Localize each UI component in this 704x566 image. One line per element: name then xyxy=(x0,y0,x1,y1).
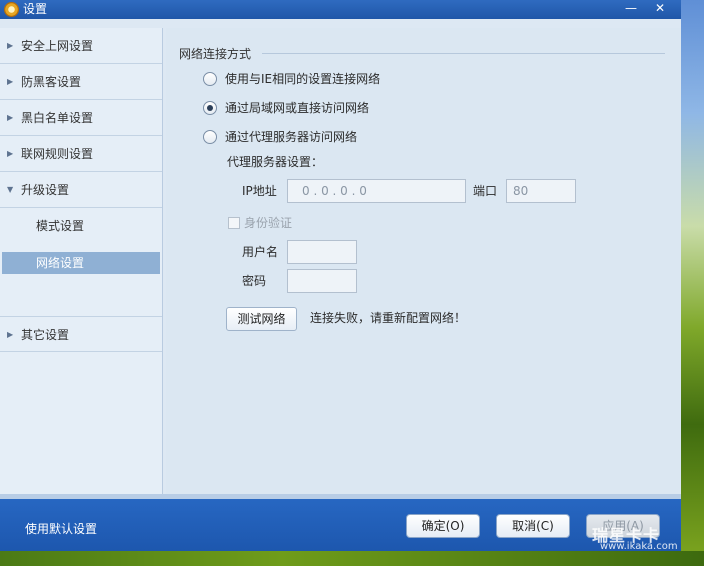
watermark-url: www.ikaka.com xyxy=(600,541,678,552)
sidebar-item-black-white-list[interactable]: ▶ 黑白名单设置 xyxy=(0,100,162,136)
test-network-button[interactable]: 测试网络 xyxy=(226,307,297,331)
chevron-right-icon: ▶ xyxy=(7,113,14,122)
sidebar-item-label: 其它设置 xyxy=(21,328,70,342)
chevron-right-icon: ▶ xyxy=(7,330,14,339)
ip-label: IP地址 xyxy=(242,184,277,198)
title-bar: 设置 — ✕ xyxy=(0,0,681,19)
sidebar-item-label: 安全上网设置 xyxy=(21,39,94,53)
sidebar-item-label: 升级设置 xyxy=(21,183,70,197)
group-title: 网络连接方式 xyxy=(179,47,252,61)
minimize-button[interactable]: — xyxy=(619,0,643,19)
port-field[interactable]: 80 xyxy=(506,179,576,203)
radio-lan-direct[interactable] xyxy=(203,101,217,115)
sidebar-item-label: 防黑客设置 xyxy=(21,75,82,89)
option-label: 通过局域网或直接访问网络 xyxy=(225,101,370,115)
sidebar-item-network-rules[interactable]: ▶ 联网规则设置 xyxy=(0,136,162,172)
chevron-right-icon: ▶ xyxy=(7,149,14,158)
close-button[interactable]: ✕ xyxy=(648,0,672,19)
group-divider xyxy=(262,53,665,54)
sidebar-item-label: 联网规则设置 xyxy=(21,147,94,161)
option-label: 通过代理服务器访问网络 xyxy=(225,130,358,144)
sidebar-item-label: 黑白名单设置 xyxy=(21,111,94,125)
cancel-button[interactable]: 取消(C) xyxy=(496,514,570,538)
gear-icon xyxy=(4,2,19,17)
username-label: 用户名 xyxy=(242,245,279,259)
chevron-right-icon: ▶ xyxy=(7,77,14,86)
window-title: 设置 xyxy=(23,2,48,16)
settings-window: 设置 — ✕ ▶ 安全上网设置 ▶ 防黑客设置 ▶ 黑白名单设置 ▶ 联网规则设… xyxy=(0,0,681,566)
sidebar-item-safe-browsing[interactable]: ▶ 安全上网设置 xyxy=(0,28,162,64)
auth-checkbox[interactable] xyxy=(228,217,240,229)
bottom-bar: 使用默认设置 确定(O) 取消(C) 应用(A) xyxy=(0,494,681,551)
proxy-section-label: 代理服务器设置： xyxy=(227,155,324,169)
ip-address-field[interactable]: 0 . 0 . 0 . 0 xyxy=(287,179,466,203)
username-field[interactable] xyxy=(287,240,357,264)
sidebar-item-anti-hacker[interactable]: ▶ 防黑客设置 xyxy=(0,64,162,100)
radio-ie-settings[interactable] xyxy=(203,72,217,86)
network-settings-panel: 网络连接方式 使用与IE相同的设置连接网络 通过局域网或直接访问网络 通过代理服… xyxy=(166,28,681,494)
sidebar-subitem-label: 模式设置 xyxy=(36,219,85,233)
auth-label: 身份验证 xyxy=(244,216,293,230)
desktop-wallpaper xyxy=(680,0,704,566)
sidebar: ▶ 安全上网设置 ▶ 防黑客设置 ▶ 黑白名单设置 ▶ 联网规则设置 ▼ 升级设… xyxy=(0,28,163,494)
sidebar-subitem-mode[interactable]: 模式设置 xyxy=(2,215,160,237)
sidebar-subitem-network[interactable]: 网络设置 xyxy=(2,252,160,274)
option-label: 使用与IE相同的设置连接网络 xyxy=(225,72,381,86)
sidebar-subitem-label: 网络设置 xyxy=(36,256,85,270)
sidebar-item-upgrade[interactable]: ▼ 升级设置 xyxy=(0,172,162,208)
sidebar-item-other[interactable]: ▶ 其它设置 xyxy=(0,316,162,352)
chevron-down-icon: ▼ xyxy=(7,185,14,194)
watermark: 瑞星卡卡 www.ikaka.com xyxy=(586,522,690,556)
status-text: 连接失败，请重新配置网络！ xyxy=(310,311,467,325)
chevron-right-icon: ▶ xyxy=(7,41,14,50)
radio-proxy[interactable] xyxy=(203,130,217,144)
port-label: 端口 xyxy=(473,184,498,198)
ok-button[interactable]: 确定(O) xyxy=(406,514,480,538)
restore-defaults-link[interactable]: 使用默认设置 xyxy=(25,520,97,537)
password-label: 密码 xyxy=(242,274,267,288)
password-field[interactable] xyxy=(287,269,357,293)
